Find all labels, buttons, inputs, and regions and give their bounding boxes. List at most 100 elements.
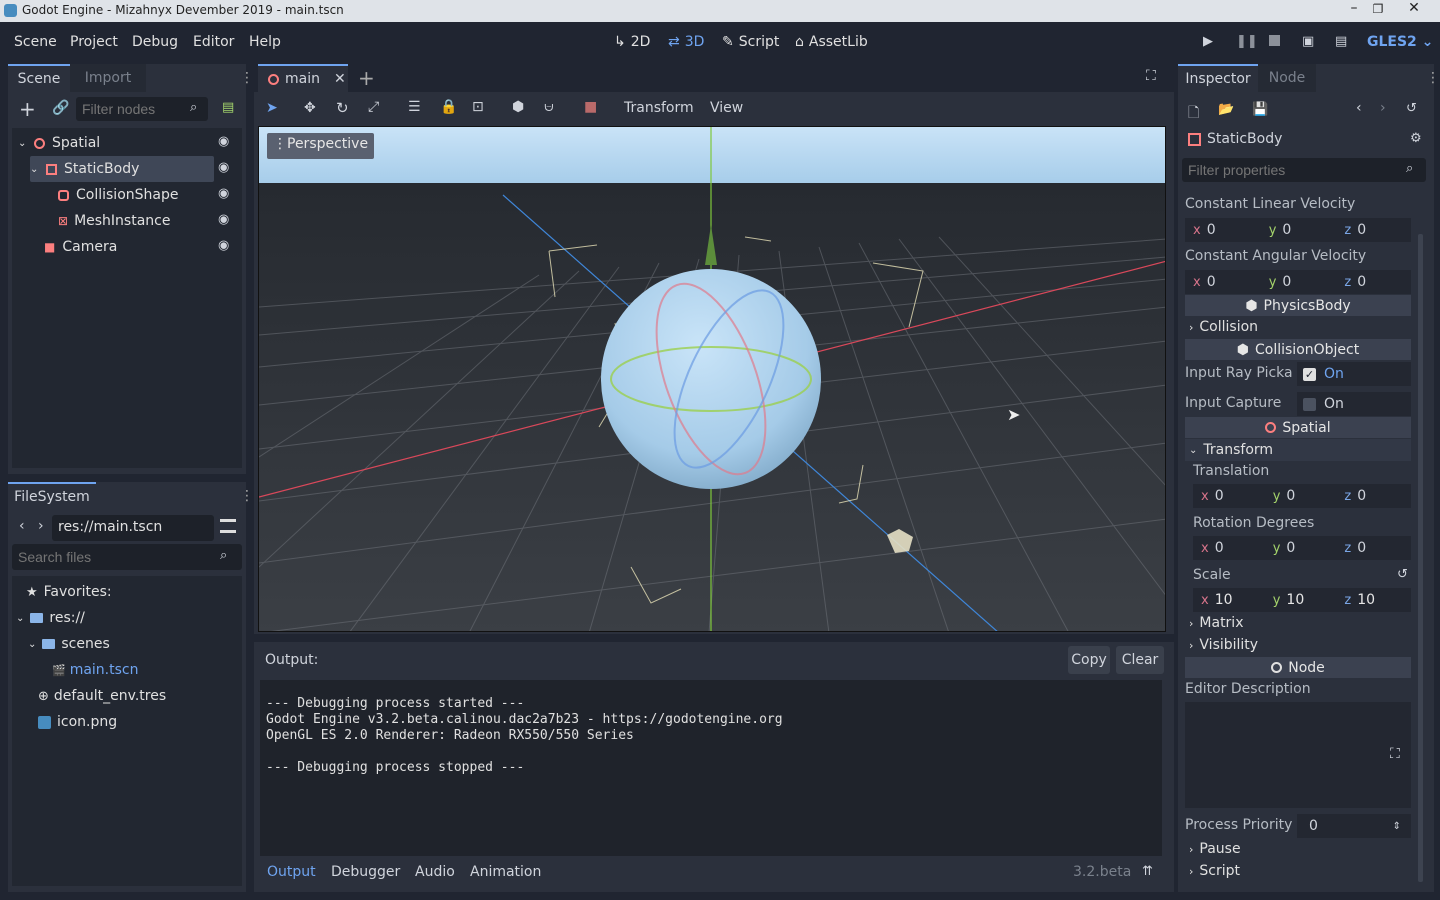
value-y[interactable]: 0 xyxy=(1286,540,1336,556)
dock-menu-icon[interactable]: ⋮ xyxy=(240,488,254,504)
tab-inspector[interactable]: Inspector xyxy=(1178,64,1258,92)
local-space-icon[interactable]: ⬢ xyxy=(512,99,524,115)
inspector-scrollbar[interactable] xyxy=(1418,234,1423,882)
play-custom-scene-icon[interactable]: ▤ xyxy=(1335,34,1347,49)
snap-icon[interactable]: ⩁ xyxy=(544,99,554,115)
output-console[interactable]: --- Debugging process started --- Godot … xyxy=(260,680,1162,856)
attach-script-icon[interactable]: ▤ xyxy=(222,100,234,115)
camera-preview-icon[interactable]: ■ xyxy=(584,99,597,115)
visibility-eye-icon[interactable]: ◉ xyxy=(218,160,229,175)
chevron-down-icon[interactable]: ⌄ xyxy=(18,138,26,149)
add-scene-tab-icon[interactable]: + xyxy=(358,66,375,90)
history-icon[interactable]: ↺ xyxy=(1406,101,1417,116)
transform-menu[interactable]: Transform xyxy=(624,100,694,116)
mode-3d-button[interactable]: ⇄ 3D xyxy=(668,34,704,50)
move-tool-icon[interactable]: ✥ xyxy=(304,100,316,116)
favorites-item[interactable]: ★ Favorites: xyxy=(12,579,242,605)
menu-scene[interactable]: Scene xyxy=(14,34,57,50)
editor-description-field[interactable] xyxy=(1185,702,1411,808)
mode-script-button[interactable]: ✎ Script xyxy=(722,34,779,50)
bottom-tab-debugger[interactable]: Debugger xyxy=(331,864,400,880)
menu-project[interactable]: Project xyxy=(70,34,118,50)
pause-group[interactable]: › Pause xyxy=(1189,841,1241,857)
const-angular-vector[interactable]: x0 y0 z0 xyxy=(1185,270,1411,294)
3d-viewport[interactable]: ⋮Perspective ➤ xyxy=(258,126,1166,632)
chevron-down-icon[interactable]: ⌄ xyxy=(30,164,38,175)
toggle-split-icon[interactable] xyxy=(220,519,236,533)
menu-editor[interactable]: Editor xyxy=(193,34,234,50)
tree-node-staticbody[interactable]: ⌄ StaticBody xyxy=(12,156,242,182)
group-icon[interactable]: ⊡ xyxy=(472,99,484,115)
value-z[interactable]: 0 xyxy=(1357,274,1366,290)
input-ray-checkbox[interactable]: ✓ On xyxy=(1297,362,1411,386)
visibility-eye-icon[interactable]: ◉ xyxy=(218,238,229,253)
renderer-selector[interactable]: GLES2 ⌄ xyxy=(1367,34,1433,50)
filter-properties-input[interactable] xyxy=(1182,158,1426,182)
object-properties-icon[interactable]: ⚙ xyxy=(1410,131,1422,146)
select-tool-icon[interactable]: ➤ xyxy=(266,100,278,116)
translation-vector[interactable]: x0 y0 z0 xyxy=(1193,484,1411,508)
close-window-icon[interactable]: ✕ xyxy=(1396,0,1432,20)
file-main-tscn[interactable]: 🎬 main.tscn xyxy=(12,657,242,683)
perspective-button[interactable]: ⋮Perspective xyxy=(267,133,375,159)
tab-node[interactable]: Node xyxy=(1258,64,1316,92)
instance-scene-icon[interactable]: 🔗 xyxy=(52,100,69,116)
minimize-icon[interactable]: – xyxy=(1342,0,1366,20)
menu-help[interactable]: Help xyxy=(249,34,281,50)
chevron-down-icon[interactable]: ⌄ xyxy=(16,613,24,624)
value-z[interactable]: 0 xyxy=(1357,540,1366,556)
tree-node-meshinstance[interactable]: ⊠ MeshInstance xyxy=(12,208,242,234)
folder-res[interactable]: ⌄ res:// xyxy=(12,605,242,631)
file-default-env[interactable]: ⊕ default_env.tres xyxy=(12,683,242,709)
spinner-arrows-icon[interactable]: ⇕ xyxy=(1393,821,1401,832)
play-scene-icon[interactable]: ▣ xyxy=(1302,34,1314,49)
menu-debug[interactable]: Debug xyxy=(132,34,178,50)
expand-icon[interactable]: ⛶ xyxy=(1390,746,1400,762)
visibility-eye-icon[interactable]: ◉ xyxy=(218,186,229,201)
tab-scene[interactable]: Scene xyxy=(8,64,70,92)
tree-node-collisionshape[interactable]: CollisionShape xyxy=(12,182,242,208)
value-z[interactable]: 10 xyxy=(1357,592,1375,608)
lock-icon[interactable]: 🔒 xyxy=(440,99,457,115)
tab-filesystem[interactable]: FileSystem xyxy=(8,482,96,510)
process-priority-spinbox[interactable]: 0 ⇕ xyxy=(1297,814,1411,838)
view-menu[interactable]: View xyxy=(710,100,743,116)
value-y[interactable]: 0 xyxy=(1282,222,1336,238)
add-node-icon[interactable]: + xyxy=(19,99,36,119)
visibility-eye-icon[interactable]: ◉ xyxy=(218,212,229,227)
value-x[interactable]: 10 xyxy=(1215,592,1265,608)
tab-import[interactable]: Import xyxy=(70,64,146,92)
revert-icon[interactable]: ↺ xyxy=(1397,567,1408,582)
rotation-vector[interactable]: x0 y0 z0 xyxy=(1193,536,1411,560)
mode-2d-button[interactable]: ↳ 2D xyxy=(614,34,650,50)
distraction-free-icon[interactable]: ⛶ xyxy=(1146,68,1156,84)
process-priority-value[interactable]: 0 xyxy=(1309,818,1318,834)
pause-icon[interactable]: ❚❚ xyxy=(1236,34,1258,49)
bottom-tab-audio[interactable]: Audio xyxy=(415,864,455,880)
value-z[interactable]: 0 xyxy=(1357,222,1366,238)
value-x[interactable]: 0 xyxy=(1207,274,1261,290)
folder-scenes[interactable]: ⌄ scenes xyxy=(12,631,242,657)
pin-panel-icon[interactable]: ⇈ xyxy=(1142,864,1153,879)
value-y[interactable]: 10 xyxy=(1286,592,1336,608)
bottom-tab-animation[interactable]: Animation xyxy=(470,864,541,880)
clear-button[interactable]: Clear xyxy=(1116,646,1164,674)
transform-group[interactable]: ⌄ Transform xyxy=(1185,439,1411,461)
scale-vector[interactable]: x 10 y 10 z 10 xyxy=(1193,588,1411,612)
visibility-group[interactable]: › Visibility xyxy=(1189,637,1258,653)
value-y[interactable]: 0 xyxy=(1282,274,1336,290)
bottom-tab-output[interactable]: Output xyxy=(267,864,316,880)
new-resource-icon[interactable]: 🗋 xyxy=(1188,102,1199,126)
stop-icon[interactable] xyxy=(1269,35,1280,46)
close-icon[interactable]: ✕ xyxy=(334,71,346,87)
path-field[interactable]: res://main.tscn xyxy=(52,515,214,541)
list-select-icon[interactable]: ☰ xyxy=(408,99,421,115)
maximize-icon[interactable]: ❐ xyxy=(1366,2,1390,20)
visibility-eye-icon[interactable]: ◉ xyxy=(218,134,229,149)
script-group[interactable]: › Script xyxy=(1189,863,1240,879)
rotate-tool-icon[interactable]: ↻ xyxy=(336,99,349,117)
mode-assetlib-button[interactable]: ⌂ AssetLib xyxy=(795,34,868,50)
value-y[interactable]: 0 xyxy=(1286,488,1336,504)
value-x[interactable]: 0 xyxy=(1207,222,1261,238)
file-icon-png[interactable]: icon.png xyxy=(12,709,242,735)
